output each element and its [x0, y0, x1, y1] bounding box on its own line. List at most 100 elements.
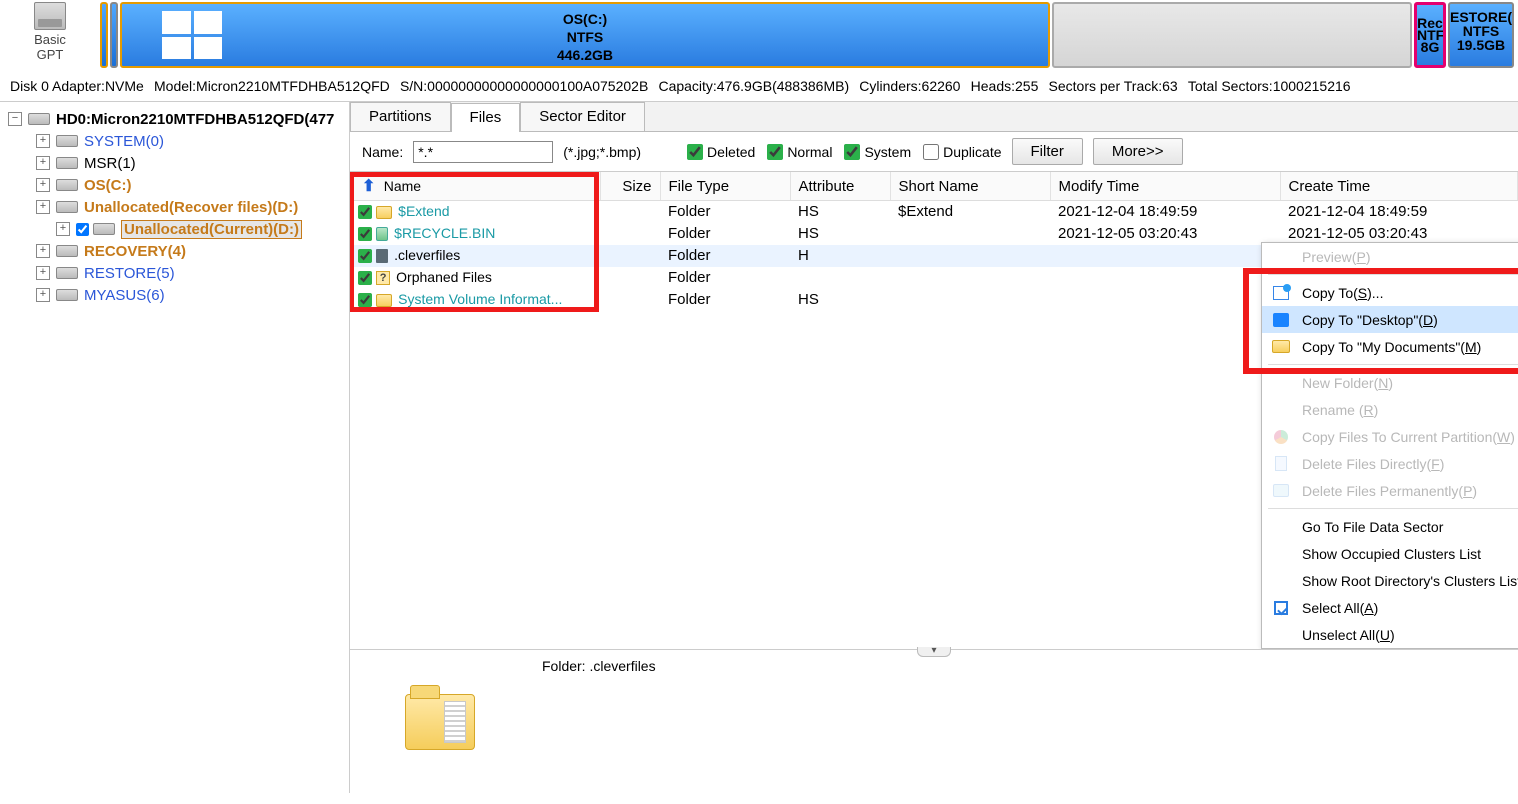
tab-sector-editor[interactable]: Sector Editor — [520, 102, 645, 131]
restore-l1: ESTORE( — [1450, 10, 1512, 24]
col-short[interactable]: Short Name — [890, 172, 1050, 201]
file-type: Folder — [660, 289, 790, 311]
file-attr: HS — [790, 201, 890, 223]
row-checkbox[interactable] — [358, 249, 372, 263]
tree-root[interactable]: − HD0:Micron2210MTFDHBA512QFD(477 — [4, 108, 345, 130]
restore-l2: NTFS — [1450, 24, 1512, 38]
menu-occupied-clusters[interactable]: Show Occupied Clusters List — [1262, 540, 1518, 567]
tree-label: OS(C:) — [84, 177, 132, 194]
tab-partitions[interactable]: Partitions — [350, 102, 451, 131]
expand-icon[interactable]: + — [36, 244, 50, 258]
tree-item[interactable]: +RECOVERY(4) — [4, 240, 345, 262]
menu-select-all[interactable]: Select All(A) — [1262, 594, 1518, 621]
disk-icon — [34, 2, 66, 30]
menu-copy-to[interactable]: Copy To(S)... — [1262, 279, 1518, 306]
desktop-icon — [1273, 313, 1289, 327]
expand-icon[interactable]: + — [36, 156, 50, 170]
tree-label: Unallocated(Recover files)(D:) — [84, 199, 298, 216]
checkbox-deleted[interactable]: Deleted — [687, 144, 755, 160]
menu-goto-sector[interactable]: Go To File Data Sector▸ — [1262, 513, 1518, 540]
checkbox-normal[interactable]: Normal — [767, 144, 832, 160]
partition-restore[interactable]: ESTORE( NTFS 19.5GB — [1448, 2, 1514, 68]
folder-icon — [376, 206, 392, 219]
partition-system[interactable] — [100, 2, 108, 68]
file-mtime — [1050, 245, 1280, 267]
menu-copy-to-documents[interactable]: Copy To "My Documents"(M) — [1262, 333, 1518, 360]
file-short — [890, 245, 1050, 267]
partition-unallocated[interactable] — [1052, 2, 1412, 68]
partition-msr[interactable] — [110, 2, 118, 68]
recycle-bin-icon — [376, 227, 388, 241]
col-ctime[interactable]: Create Time — [1280, 172, 1518, 201]
expand-icon[interactable]: + — [36, 266, 50, 280]
col-name[interactable]: ⬆ Name — [350, 172, 600, 201]
tree-item[interactable]: + OS(C:) — [4, 174, 345, 196]
menu-rename: Rename (R) — [1262, 396, 1518, 423]
partition-tree: − HD0:Micron2210MTFDHBA512QFD(477 +SYSTE… — [0, 102, 350, 793]
folder-icon — [376, 294, 392, 307]
expand-icon[interactable]: + — [56, 222, 70, 236]
preview-panel: Folder: .cleverfiles — [350, 649, 1518, 793]
file-attr: H — [790, 245, 890, 267]
file-name: $RECYCLE.BIN — [394, 225, 495, 241]
row-checkbox[interactable] — [358, 271, 372, 285]
expand-icon[interactable]: + — [36, 288, 50, 302]
tree-item[interactable]: +SYSTEM(0) — [4, 130, 345, 152]
tree-checkbox[interactable] — [76, 223, 89, 236]
expand-icon[interactable]: + — [36, 178, 50, 192]
checkbox-duplicate[interactable]: Duplicate — [923, 144, 1001, 160]
context-menu: Preview(P) Copy To(S)... Copy To "Deskto… — [1261, 242, 1518, 649]
file-attr: HS — [790, 223, 890, 245]
pie-icon — [1274, 430, 1288, 444]
expand-icon[interactable]: + — [36, 200, 50, 214]
tree-item[interactable]: + Unallocated(Recover files)(D:) — [4, 196, 345, 218]
more-button[interactable]: More>> — [1093, 138, 1183, 165]
menu-new-folder: New Folder(N) — [1262, 369, 1518, 396]
col-attr[interactable]: Attribute — [790, 172, 890, 201]
name-pattern-input[interactable] — [413, 141, 553, 163]
filter-button[interactable]: Filter — [1012, 138, 1083, 165]
menu-unselect-all[interactable]: Unselect All(U) — [1262, 621, 1518, 648]
file-short — [890, 289, 1050, 311]
checkbox-system[interactable]: System — [844, 144, 911, 160]
partition-os[interactable]: OS(C:) NTFS 446.2GB — [120, 2, 1050, 68]
tree-item[interactable]: + RESTORE(5) — [4, 262, 345, 284]
file-table: ⬆ Name Size File Type Attribute Short Na… — [350, 172, 1518, 649]
row-checkbox[interactable] — [358, 227, 372, 241]
tree-label: Unallocated(Current)(D:) — [121, 220, 302, 239]
file-type: Folder — [660, 223, 790, 245]
panel-handle[interactable]: ▾ — [917, 647, 951, 657]
expand-icon[interactable]: + — [36, 134, 50, 148]
file-attr — [790, 267, 890, 289]
col-type[interactable]: File Type — [660, 172, 790, 201]
col-size[interactable]: Size — [600, 172, 660, 201]
tree-label: RESTORE(5) — [84, 265, 175, 282]
row-checkbox[interactable] — [358, 205, 372, 219]
partition-recovery[interactable]: Rec NTF 8G — [1414, 2, 1446, 68]
menu-root-clusters[interactable]: Show Root Directory's Clusters List — [1262, 567, 1518, 594]
tree-label: MYASUS(6) — [84, 287, 165, 304]
file-icon — [376, 249, 388, 263]
copy-icon — [1273, 286, 1289, 300]
file-name: $Extend — [398, 203, 449, 219]
toolbar-basic-gpt[interactable]: Basic GPT — [0, 0, 100, 72]
tree-item[interactable]: + Unallocated(Current)(D:) — [4, 218, 345, 240]
tree-item[interactable]: + MYASUS(6) — [4, 284, 345, 306]
file-mtime: 2021-12-04 18:49:59 — [1050, 201, 1280, 223]
os-size: 446.2GB — [122, 46, 1048, 64]
partition-strip: OS(C:) NTFS 446.2GB Rec NTF 8G ESTORE( N… — [100, 0, 1518, 72]
drive-icon — [56, 201, 78, 213]
check-icon — [1274, 601, 1288, 615]
col-mtime[interactable]: Modify Time — [1050, 172, 1280, 201]
file-name: Orphaned Files — [396, 269, 492, 285]
tab-files[interactable]: Files — [451, 103, 521, 132]
drive-icon — [56, 135, 78, 147]
row-checkbox[interactable] — [358, 293, 372, 307]
menu-copy-to-desktop[interactable]: Copy To "Desktop"(D) — [1262, 306, 1518, 333]
collapse-icon[interactable]: − — [8, 112, 22, 126]
menu-delete-permanently: Delete Files Permanently(P) — [1262, 477, 1518, 504]
tree-item[interactable]: +MSR(1) — [4, 152, 345, 174]
up-folder-icon: ⬆ — [362, 178, 375, 195]
table-row[interactable]: $ExtendFolderHS$Extend2021-12-04 18:49:5… — [350, 201, 1518, 223]
os-fs: NTFS — [122, 28, 1048, 46]
